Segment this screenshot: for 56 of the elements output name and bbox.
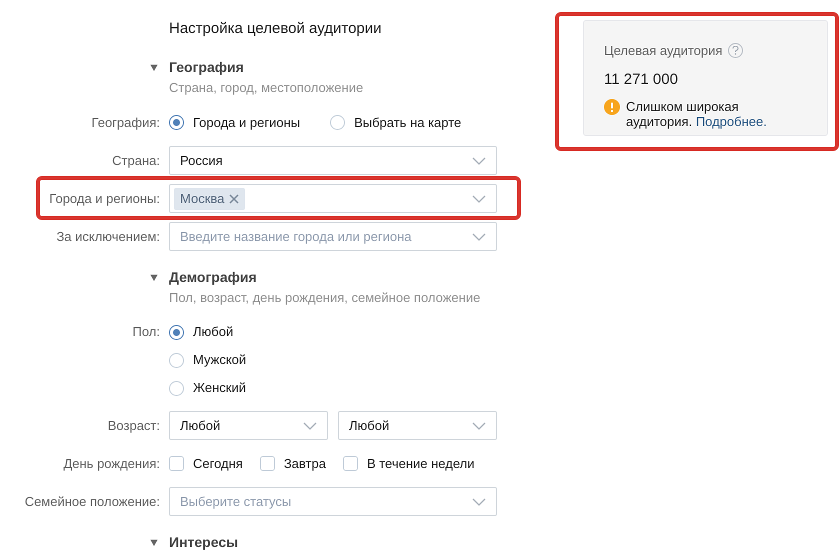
radio-option[interactable]: Женский (169, 374, 246, 402)
radio-option[interactable]: Города и регионы (169, 108, 300, 136)
warning-icon (604, 99, 620, 115)
section-subtitle: Страна, город, местоположение (169, 78, 364, 97)
radio-button[interactable] (169, 324, 184, 340)
checkbox-option[interactable]: Сегодня (169, 454, 243, 474)
select-value: Россия (180, 152, 223, 170)
caret-icon[interactable] (149, 62, 159, 72)
page-title: Настройка целевой аудитории (169, 18, 382, 39)
caret-icon[interactable] (149, 538, 159, 546)
field-label: День рождения: (62, 454, 160, 473)
city-tag[interactable]: Москва (174, 188, 246, 210)
section-title[interactable]: География (169, 56, 244, 78)
tags-field[interactable]: Москва (169, 184, 497, 213)
help-icon[interactable] (728, 43, 744, 58)
select-placeholder: Введите название города или региона (180, 228, 412, 246)
warning-text: Слишком широкая аудитория. Подробнее. (626, 99, 768, 129)
radio-button[interactable] (169, 352, 184, 368)
radio-option[interactable]: Мужской (169, 346, 246, 374)
checkbox[interactable] (260, 456, 275, 471)
card-title: Целевая аудитория (604, 42, 722, 60)
field-label: Города и регионы: (48, 190, 160, 208)
more-link[interactable]: Подробнее. (696, 114, 767, 129)
checkbox[interactable] (342, 456, 358, 471)
radio-button[interactable] (330, 115, 346, 130)
close-icon[interactable] (229, 194, 240, 204)
checkbox[interactable] (169, 456, 184, 471)
section-subtitle: Пол, возраст, день рождения, семейное положение (169, 288, 480, 307)
field-label: Семейное положение: (24, 492, 160, 511)
chevron-down-icon (472, 498, 486, 506)
checkbox-option[interactable]: В течение недели (342, 454, 474, 474)
caret-icon[interactable] (149, 272, 159, 282)
section-title[interactable]: Демография (169, 266, 257, 288)
section-title[interactable]: Интересы (169, 532, 238, 552)
radio-button[interactable] (169, 380, 184, 396)
select-field[interactable]: Любой (169, 411, 328, 440)
select-field[interactable]: Россия (169, 146, 497, 175)
radio-button[interactable] (169, 115, 184, 130)
select-value: Любой (349, 416, 390, 435)
field-label: Пол: (132, 323, 160, 341)
chevron-down-icon (472, 232, 486, 240)
chevron-down-icon (472, 194, 486, 202)
chevron-down-icon (303, 422, 317, 430)
select-value: Любой (180, 416, 220, 435)
radio-option[interactable]: Выбрать на карте (330, 108, 462, 136)
chevron-down-icon (472, 422, 486, 430)
field-label: За исключением: (55, 228, 160, 246)
select-placeholder: Выберите статусы (180, 492, 292, 511)
select-field[interactable]: Любой (338, 411, 497, 440)
audience-count: 11 271 000 (604, 70, 679, 90)
chevron-down-icon (472, 156, 486, 164)
radio-option[interactable]: Любой (169, 318, 246, 346)
checkbox-option[interactable]: Завтра (260, 454, 326, 474)
field-label: Страна: (111, 152, 160, 170)
field-label: Возраст: (106, 416, 160, 435)
field-label: География: (90, 114, 160, 132)
